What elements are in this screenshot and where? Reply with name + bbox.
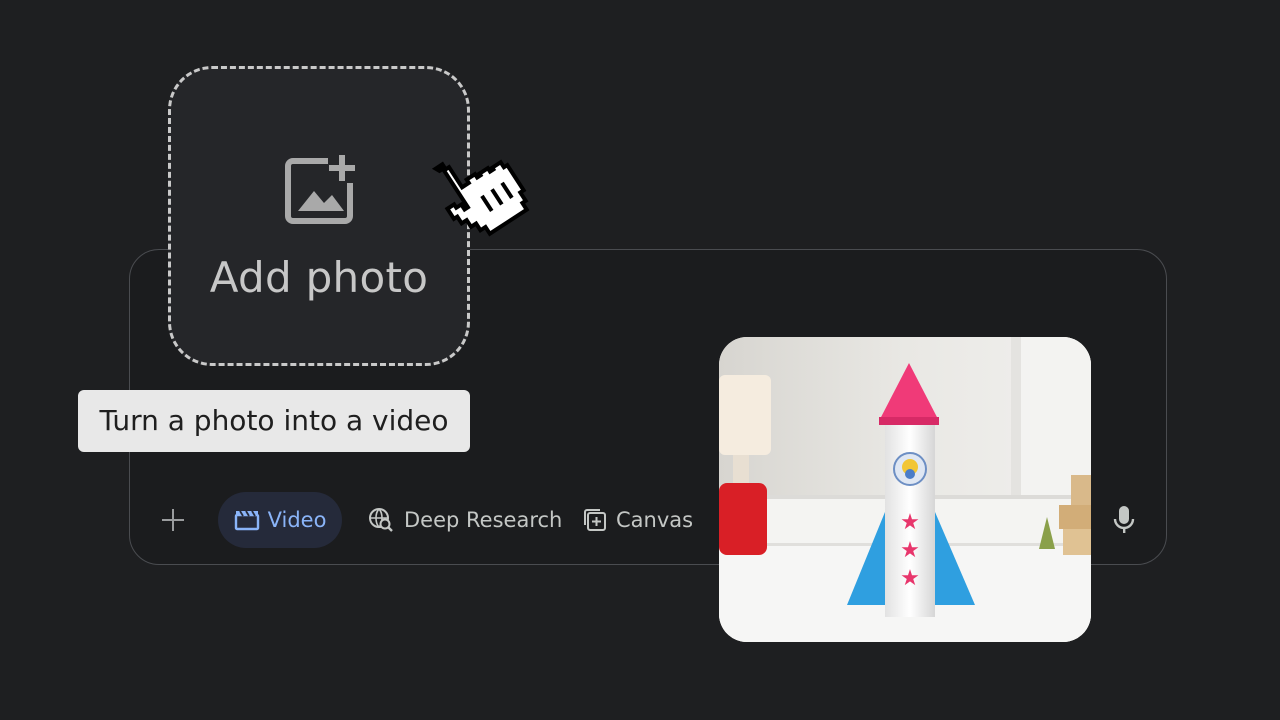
tooltip: Turn a photo into a video	[78, 390, 470, 452]
video-button[interactable]: Video	[218, 492, 342, 548]
deep-research-label: Deep Research	[404, 508, 563, 532]
add-photo-icon	[285, 153, 358, 224]
deep-research-button[interactable]: Deep Research	[368, 492, 562, 548]
svg-text:★: ★	[900, 538, 920, 563]
microphone-icon[interactable]	[1112, 505, 1136, 535]
stage: Add photo Turn a photo into a video Vide…	[0, 0, 1280, 720]
rocket-photo: ★ ★ ★	[719, 337, 1091, 642]
svg-text:★: ★	[900, 566, 920, 591]
canvas-button[interactable]: Canvas	[582, 492, 693, 548]
clapperboard-icon	[234, 510, 259, 531]
plus-icon[interactable]	[160, 507, 186, 533]
canvas-add-icon	[584, 509, 606, 531]
hand-cursor-icon	[431, 159, 530, 237]
add-photo-label: Add photo	[209, 253, 429, 302]
video-label: Video	[267, 508, 327, 532]
svg-text:★: ★	[900, 510, 920, 535]
globe-search-icon	[369, 508, 393, 532]
photo-preview[interactable]: ★ ★ ★	[719, 337, 1091, 642]
canvas-label: Canvas	[616, 508, 694, 532]
